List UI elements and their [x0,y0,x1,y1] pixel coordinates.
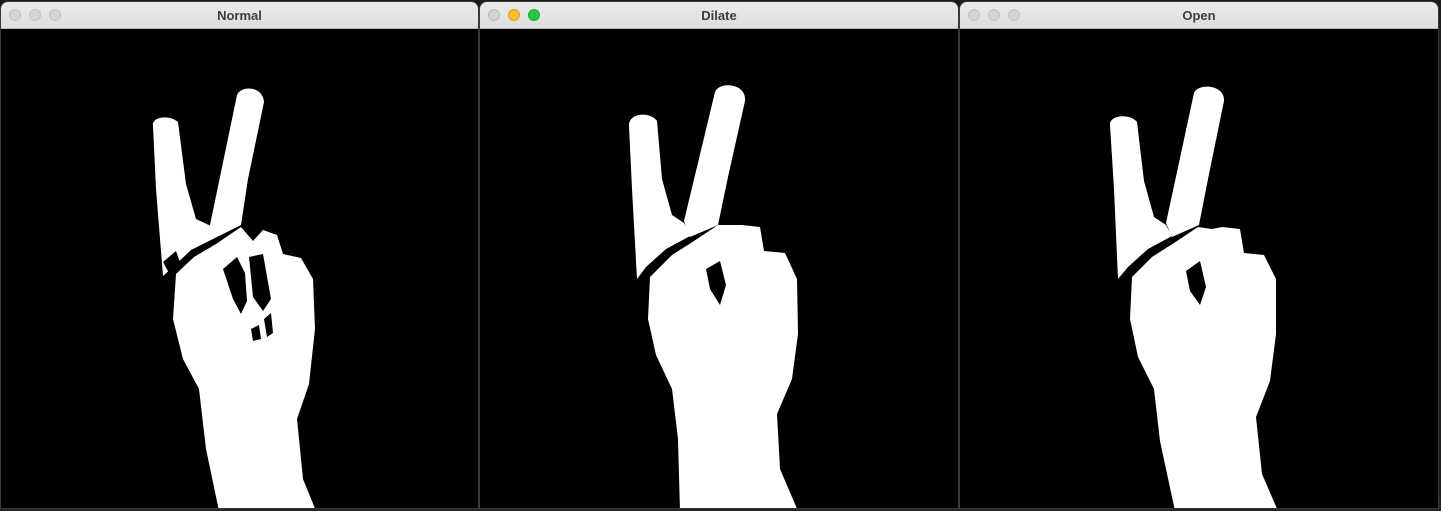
window-titlebar[interactable]: Open [960,2,1438,29]
image-canvas [480,29,958,508]
window-title: Dilate [701,8,737,23]
image-canvas [1,29,478,508]
window-dilate[interactable]: Dilate [479,1,959,509]
hand-mask-image [960,29,1438,508]
hand-mask-image [480,29,958,508]
desktop: Normal Dilate Open [0,0,1441,511]
hand-mask-image [1,29,478,508]
window-titlebar[interactable]: Normal [1,2,478,29]
window-title: Normal [217,8,262,23]
window-open[interactable]: Open [959,1,1439,509]
window-normal[interactable]: Normal [0,1,479,509]
image-canvas [960,29,1438,508]
window-title: Open [1182,8,1216,23]
window-titlebar[interactable]: Dilate [480,2,958,29]
